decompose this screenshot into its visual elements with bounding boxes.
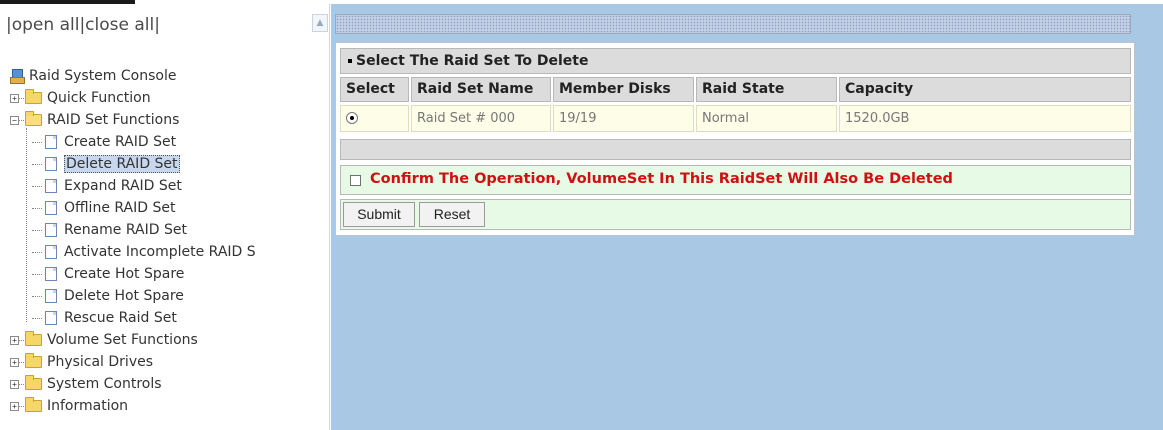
page-icon [45, 157, 57, 171]
column-header-select: Select [340, 77, 409, 102]
bullet-icon [348, 59, 352, 63]
page-icon [45, 179, 57, 193]
open-all-link[interactable]: open all [12, 15, 80, 35]
tree-item-rescue-raid-set[interactable]: Rescue Raid Set [10, 307, 256, 329]
console-icon [10, 69, 25, 84]
raid-set-radio-button[interactable] [346, 112, 358, 124]
table-cell-member-disks: 19/19 [553, 105, 694, 132]
tree-item-label: Create RAID Set [64, 134, 177, 150]
tree-item-label: Delete Hot Spare [64, 288, 184, 304]
page-icon [45, 289, 57, 303]
tree-connector [19, 405, 24, 407]
page-icon [45, 223, 57, 237]
tree-connector [32, 229, 42, 231]
table-cell-raid-set-name: Raid Set # 000 [411, 105, 551, 132]
page-icon [45, 311, 57, 325]
tree-root[interactable]: Raid System Console [10, 65, 256, 87]
confirm-checkbox[interactable] [350, 175, 361, 186]
tree-connector [32, 251, 42, 253]
tree-item-delete-raid-set[interactable]: Delete RAID Set [10, 153, 256, 175]
page-icon [45, 135, 57, 149]
tree-item-label-selected: Delete RAID Set [64, 155, 180, 173]
page-icon [45, 245, 57, 259]
table-cell-capacity: 1520.0GB [839, 105, 1131, 132]
scroll-up-arrow[interactable]: ▲ [312, 14, 328, 32]
delete-raid-set-panel: Select The Raid Set To Delete Select Rai… [335, 42, 1135, 236]
top-banner-bar [335, 14, 1131, 34]
expand-icon[interactable]: + [10, 335, 19, 345]
tree-item-label: Quick Function [47, 90, 151, 106]
tree-item-label: Create Hot Spare [64, 266, 185, 282]
expand-icon[interactable]: + [10, 379, 19, 389]
tree-item-create-hot-spare[interactable]: Create Hot Spare [10, 263, 256, 285]
tree-item-label: Volume Set Functions [47, 332, 198, 348]
tree-connector [32, 273, 42, 275]
tree-connector [19, 383, 24, 385]
reset-button[interactable]: Reset [419, 202, 485, 227]
separator-bar [340, 139, 1131, 160]
collapse-icon[interactable]: − [10, 115, 19, 125]
tree-item-label: System Controls [47, 376, 162, 392]
open-close-links: |open all|close all| [6, 15, 160, 35]
page-icon [45, 267, 57, 281]
tree-item-raid-set-functions[interactable]: − RAID Set Functions [10, 109, 256, 131]
panel-title-text: Select The Raid Set To Delete [356, 53, 589, 69]
confirm-row: Confirm The Operation, VolumeSet In This… [340, 165, 1131, 195]
tree-item-label: Rescue Raid Set [64, 310, 177, 326]
tree-item-label: RAID Set Functions [47, 112, 180, 128]
content-frame: Select The Raid Set To Delete Select Rai… [331, 4, 1163, 430]
folder-icon [25, 89, 42, 104]
tree-item-label: Rename RAID Set [64, 222, 187, 238]
column-header-raid-state: Raid State [696, 77, 837, 102]
table-cell-raid-state: Normal [696, 105, 837, 132]
folder-icon [25, 331, 42, 346]
folder-icon [25, 375, 42, 390]
tree-item-delete-hot-spare[interactable]: Delete Hot Spare [10, 285, 256, 307]
close-all-link[interactable]: close all [85, 15, 154, 35]
action-row: Submit Reset [340, 199, 1131, 230]
tree-item-create-raid-set[interactable]: Create RAID Set [10, 131, 256, 153]
tree-connector [19, 361, 24, 363]
tree-connector [19, 97, 24, 99]
tree-item-rename-raid-set[interactable]: Rename RAID Set [10, 219, 256, 241]
tree-item-physical-drives[interactable]: + Physical Drives [10, 351, 256, 373]
folder-icon [25, 353, 42, 368]
tree-connector [32, 185, 42, 187]
navigation-frame: |open all|close all| ▲ Raid System Conso… [0, 4, 330, 430]
tree-item-label: Information [47, 398, 129, 414]
tree-item-system-controls[interactable]: + System Controls [10, 373, 256, 395]
tree-connector [32, 163, 42, 165]
expand-icon[interactable]: + [10, 93, 19, 103]
tree-item-label: Expand RAID Set [64, 178, 182, 194]
expand-icon[interactable]: + [10, 357, 19, 367]
tree-connector [32, 317, 42, 319]
open-folder-icon [25, 111, 42, 126]
tree-connector [19, 339, 24, 341]
tree-item-expand-raid-set[interactable]: Expand RAID Set [10, 175, 256, 197]
panel-title: Select The Raid Set To Delete [340, 48, 1131, 74]
tree-item-label: Offline RAID Set [64, 200, 176, 216]
tree-item-quick-function[interactable]: + Quick Function [10, 87, 256, 109]
tree-item-label: Physical Drives [47, 354, 154, 370]
folder-icon [25, 397, 42, 412]
tree-root-label: Raid System Console [29, 68, 177, 84]
navigation-tree: Raid System Console + Quick Function − R… [10, 65, 256, 417]
tree-connector [19, 119, 24, 121]
tree-item-offline-raid-set[interactable]: Offline RAID Set [10, 197, 256, 219]
column-header-raid-set-name: Raid Set Name [411, 77, 551, 102]
confirm-label: Confirm The Operation, VolumeSet In This… [370, 171, 953, 187]
column-header-member-disks: Member Disks [553, 77, 694, 102]
expand-icon[interactable]: + [10, 401, 19, 411]
submit-button[interactable]: Submit [343, 202, 415, 227]
tree-item-label: Activate Incomplete RAID S [64, 244, 256, 260]
tree-item-activate-incomplete[interactable]: Activate Incomplete RAID S [10, 241, 256, 263]
column-header-capacity: Capacity [839, 77, 1131, 102]
page-icon [45, 201, 57, 215]
tree-connector [32, 295, 42, 297]
tree-item-volume-set-functions[interactable]: + Volume Set Functions [10, 329, 256, 351]
separator: | [154, 15, 160, 35]
tree-item-information[interactable]: + Information [10, 395, 256, 417]
tree-connector [32, 141, 42, 143]
tree-connector [32, 207, 42, 209]
